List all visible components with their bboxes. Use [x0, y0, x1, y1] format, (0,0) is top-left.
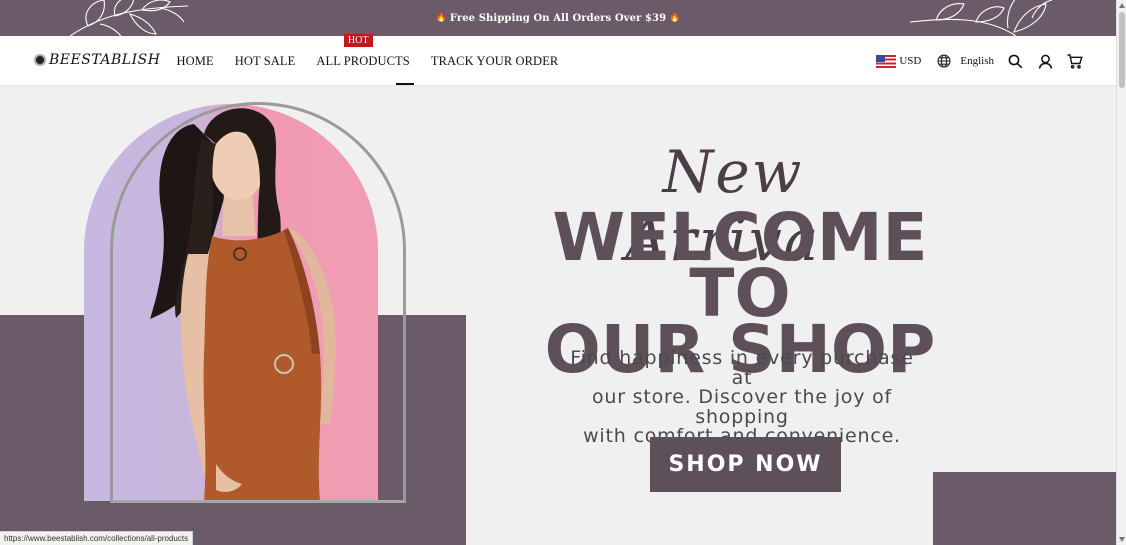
nav-home-label: HOME [176, 53, 214, 68]
nav-track-order[interactable]: TRACK YOUR ORDER [420, 54, 569, 69]
cart-icon[interactable] [1066, 52, 1084, 70]
announcement-text: Free Shipping On All Orders Over $39 [449, 12, 667, 24]
hero-banner[interactable]: New Arrival WELCOME TO OUR SHOP Find hap… [0, 86, 1116, 545]
arch-frame [110, 102, 406, 503]
logo-text: BEESTABLISH [49, 52, 161, 68]
header-tools: USD English [876, 36, 1084, 86]
scroll-down-arrow-icon[interactable] [1119, 537, 1125, 542]
currency-label: USD [899, 55, 922, 67]
status-bar-url: https://www.beestablish.com/collections/… [0, 531, 194, 545]
shop-now-button[interactable]: SHOP NOW [650, 437, 841, 492]
tagline-line-1: Find happiness in every purchase at [570, 347, 914, 389]
fire-icon: 🔥 [435, 13, 447, 23]
nav-all-products-label: ALL PRODUCTS [316, 53, 410, 68]
hero-tagline: Find happiness in every purchase at our … [570, 347, 914, 447]
main-nav: HOME HOT SALE HOT ALL PRODUCTS TRACK YOU… [166, 33, 569, 86]
decor-block-right [933, 472, 1116, 545]
currency-selector[interactable]: USD [876, 54, 922, 68]
nav-track-order-label: TRACK YOUR ORDER [430, 53, 559, 68]
tagline-line-2: our store. Discover the joy of shopping [591, 386, 893, 428]
page: 🔥 Free Shipping On All Orders Over $39 🔥… [0, 0, 1126, 545]
vertical-scrollbar[interactable] [1116, 0, 1126, 545]
nav-all-products[interactable]: HOT ALL PRODUCTS [306, 33, 420, 69]
us-flag-icon [876, 54, 897, 68]
announcement-bar: 🔥 Free Shipping On All Orders Over $39 🔥 [0, 0, 1116, 38]
scroll-thumb[interactable] [1119, 12, 1125, 88]
nav-hover-underline [396, 83, 414, 85]
language-label: English [960, 55, 994, 67]
user-icon[interactable] [1036, 52, 1054, 70]
nav-hot-sale-label: HOT SALE [234, 53, 296, 68]
headline-line-1: WELCOME TO [552, 199, 928, 332]
leaf-decoration-right [909, 0, 1053, 37]
leaf-decoration-left [69, 0, 189, 38]
search-icon[interactable] [1006, 52, 1024, 70]
language-selector[interactable]: English [935, 52, 994, 70]
nav-home[interactable]: HOME [166, 54, 224, 69]
logo-mark-icon [34, 54, 46, 66]
scroll-up-arrow-icon[interactable] [1119, 3, 1125, 8]
hot-badge: HOT [343, 33, 373, 47]
nav-hot-sale[interactable]: HOT SALE [224, 54, 306, 69]
site-logo[interactable]: BEESTABLISH [34, 52, 160, 68]
site-header: BEESTABLISH HOME HOT SALE HOT ALL PRODUC… [0, 33, 1116, 86]
fire-icon: 🔥 [669, 13, 681, 23]
globe-icon [935, 52, 953, 70]
